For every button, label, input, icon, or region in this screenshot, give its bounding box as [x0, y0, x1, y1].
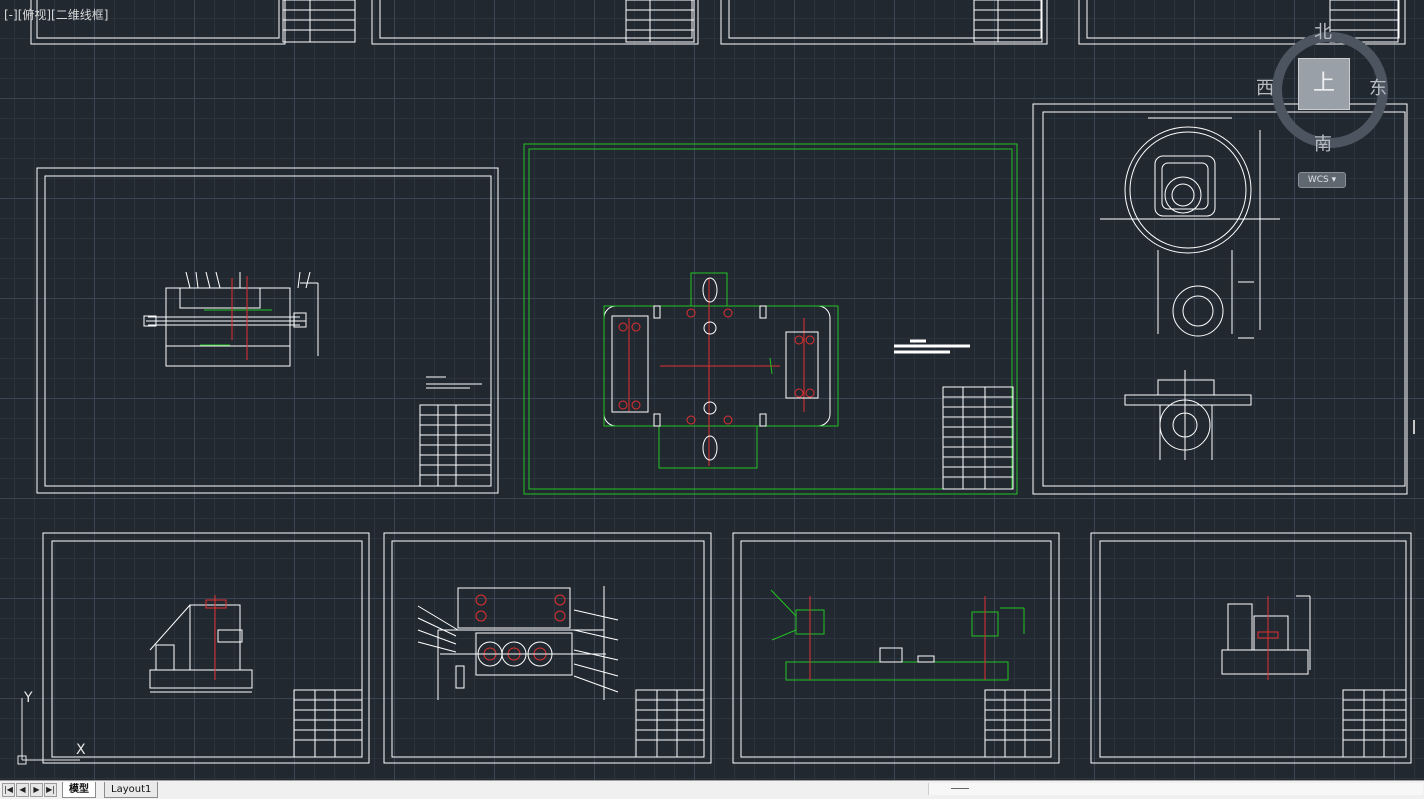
wcs-menu-button[interactable]: WCS ▾	[1298, 172, 1346, 188]
compass-west-label[interactable]: 西	[1256, 74, 1274, 100]
chevron-down-icon: ▾	[1331, 175, 1337, 185]
compass-east-label[interactable]: 东	[1369, 74, 1387, 100]
last-tab-button[interactable]: ▶|	[44, 783, 57, 797]
scrollbar-thumb[interactable]	[951, 788, 969, 789]
viewport-controls-label[interactable]: [-][俯视][二维线框]	[4, 6, 108, 23]
horizontal-scrollbar[interactable]	[928, 783, 1423, 795]
prev-tab-button[interactable]: ◀	[16, 783, 29, 797]
vertical-scroll-marker[interactable]	[1413, 420, 1415, 434]
viewcube[interactable]: 北 西 东 南 上 WCS ▾	[1254, 14, 1394, 194]
drawing-sheet-base-plate[interactable]	[523, 143, 1018, 495]
next-tab-button[interactable]: ▶	[30, 783, 43, 797]
drawing-sheet-bottom-4[interactable]	[1090, 532, 1412, 764]
layout-tab-bar: |◀ ◀ ▶ ▶| 模型 Layout1	[0, 780, 1424, 799]
viewcube-top-face[interactable]: 上	[1298, 58, 1350, 110]
drawing-sheets	[30, 0, 1412, 764]
tab-model[interactable]: 模型	[62, 782, 96, 798]
ucs-x-label: X	[76, 742, 86, 758]
model-space-canvas[interactable]: [-][俯视][二维线框] 北 西 东 南 上 WCS ▾ Y X	[0, 0, 1424, 780]
compass-south-label[interactable]: 南	[1314, 130, 1332, 156]
wcs-label: WCS	[1307, 175, 1329, 185]
tab-layout1[interactable]: Layout1	[104, 782, 159, 798]
first-tab-button[interactable]: |◀	[2, 783, 15, 797]
ucs-icon: Y X	[14, 690, 94, 770]
drawing-sheet-top-3[interactable]	[720, 0, 1048, 45]
drawing-sheet-top-2[interactable]	[371, 0, 699, 45]
compass-north-label[interactable]: 北	[1314, 18, 1332, 44]
drawing-sheet-assembly-left[interactable]	[36, 167, 499, 494]
drawing-sheet-bottom-2[interactable]	[383, 532, 712, 764]
ucs-y-label: Y	[24, 690, 33, 706]
drawing-sheet-bottom-3[interactable]	[732, 532, 1060, 764]
